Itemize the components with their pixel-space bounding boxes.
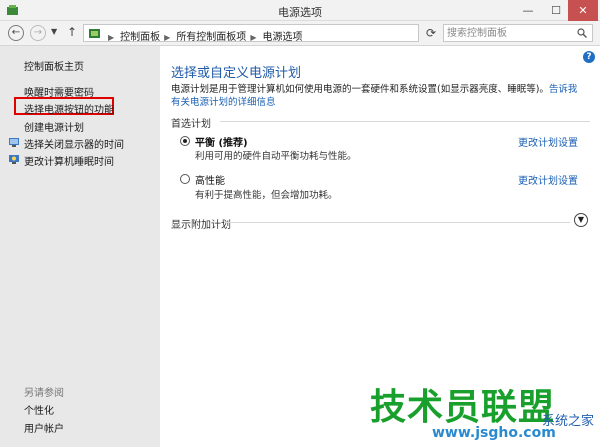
show-additional-plans-label[interactable]: 显示附加计划 [171,216,231,231]
maximize-button[interactable]: ☐ [542,0,570,21]
change-plan-settings-high-performance-link[interactable]: 更改计划设置 [518,172,578,187]
address-input[interactable]: ▶控制面板▶所有控制面板项▶电源选项 ▼ [83,24,496,43]
breadcrumb-all-items[interactable]: 所有控制面板项 [176,32,246,43]
refresh-icon[interactable]: ⟳ [422,24,440,42]
close-button[interactable]: ✕ [568,0,598,21]
breadcrumb-control-panel[interactable]: 控制面板 [120,32,160,43]
sidebar-item-control-panel-home[interactable]: 控制面板主页 [24,58,84,73]
forward-button[interactable]: → [30,25,46,41]
sleep-shield-icon [9,155,19,164]
chevron-right-icon: ▶ [164,33,171,42]
title-bar: 电源选项 — ☐ ✕ [0,0,600,21]
recent-locations-icon[interactable]: ▼ [51,27,57,36]
divider [220,121,590,122]
address-bar-row: ← → ▼ ↑ ▶控制面板▶所有控制面板项▶电源选项 ▼ ⟳ [0,21,600,46]
plan-balanced-name: 平衡 (推荐) [195,138,248,149]
plan-high-performance-desc: 有利于提高性能，但会增加功耗。 [195,190,338,201]
sidebar-item-display-off[interactable]: 选择关闭显示器的时间 [24,136,124,151]
see-also-personalization[interactable]: 个性化 [24,402,54,417]
sidebar-item-create-plan[interactable]: 创建电源计划 [24,119,84,134]
window-title: 电源选项 [278,6,322,19]
watermark-url: www.jsgho.com [432,425,556,441]
preferred-plans-label: 首选计划 [171,119,211,130]
back-button[interactable]: ← [8,25,24,41]
sidebar-item-power-button[interactable]: 选择电源按钮的功能 [24,101,114,116]
chevron-right-icon: ▶ [108,33,115,42]
page-description: 电源计划是用于管理计算机如何使用电源的一套硬件和系统设置(如显示器亮度、睡眠等)… [171,83,581,109]
divider [224,222,570,223]
up-arrow-icon[interactable]: ↑ [67,25,77,39]
plan-balanced-radio[interactable] [180,136,190,146]
breadcrumb-power-options[interactable]: 电源选项 [262,32,302,43]
description-text: 电源计划是用于管理计算机如何使用电源的一套硬件和系统设置(如显示器亮度、睡眠等)… [171,84,549,95]
see-also-title: 另请参阅 [24,388,64,399]
watermark-side-text: 系统之家 [542,414,595,429]
plan-balanced-desc: 利用可用的硬件自动平衡功耗与性能。 [195,151,357,162]
sidebar: 控制面板主页 唤醒时需要密码 选择电源按钮的功能 创建电源计划 选择关闭显示器的… [0,46,160,447]
monitor-shield-icon [9,138,19,147]
chevron-right-icon: ▶ [250,33,257,42]
watermark: 技术员联盟 www.jsgho.com 系统之家 [370,378,600,447]
plan-high-performance-name: 高性能 [195,176,225,187]
watermark-brand: 技术员联盟 [370,387,556,428]
breadcrumb: ▶ 控制面板 ▶ 所有控制面板项 ▶ 电源选项 [104,28,302,43]
plan-high-performance-radio[interactable] [180,174,190,184]
search-icon[interactable] [577,28,587,38]
page-title: 选择或自定义电源计划 [171,66,302,81]
search-input[interactable] [443,24,593,42]
see-also-user-accounts[interactable]: 用户帐户 [24,420,64,435]
sidebar-item-sleep-time[interactable]: 更改计算机睡眠时间 [24,153,114,168]
minimize-button[interactable]: — [514,0,542,21]
expand-chevron-down-icon[interactable]: ▼ [574,213,588,227]
change-plan-settings-balanced-link[interactable]: 更改计划设置 [518,134,578,149]
control-panel-icon [89,29,100,38]
help-icon[interactable]: ? [583,51,595,63]
